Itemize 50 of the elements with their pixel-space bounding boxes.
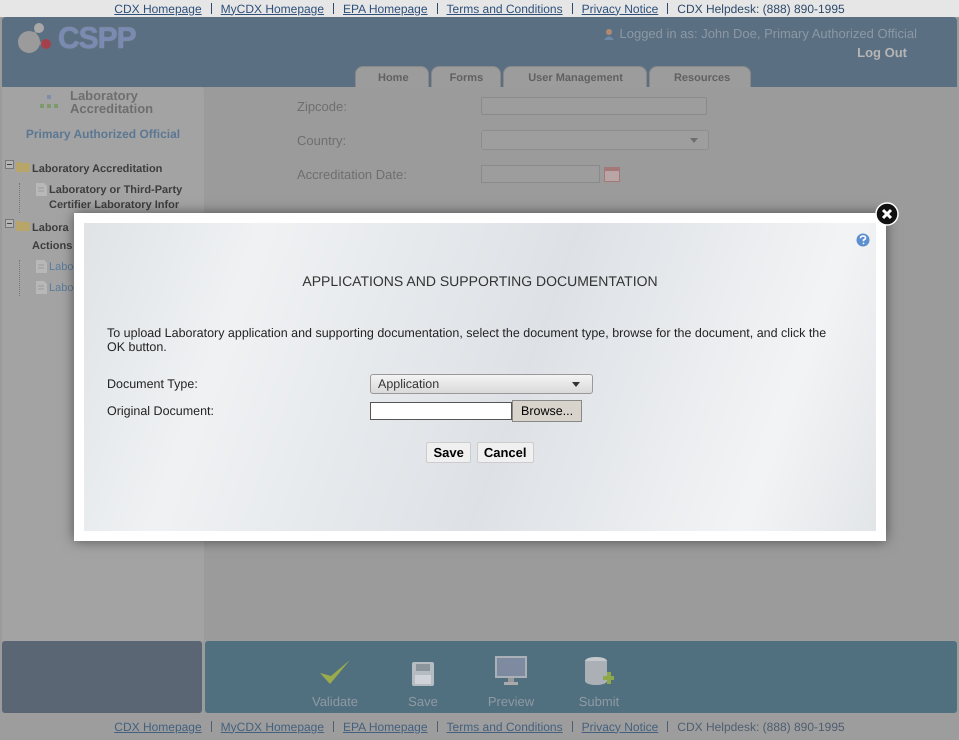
logout-link[interactable]: Log Out bbox=[857, 45, 907, 60]
helpdesk-text: CDX Helpdesk: (888) 890-1995 bbox=[677, 2, 845, 16]
tree-item[interactable]: Laboratory or Third-Party Certifier Laboratory Infor bbox=[49, 183, 199, 213]
toolbar-button[interactable]: Submit bbox=[569, 641, 629, 713]
tree-toggle-icon[interactable] bbox=[5, 219, 14, 228]
footer-link[interactable]: Privacy Notice bbox=[582, 720, 658, 734]
nav-tab[interactable]: Home bbox=[355, 66, 429, 87]
top-link[interactable]: EPA Homepage bbox=[343, 2, 428, 16]
close-icon[interactable] bbox=[875, 202, 899, 226]
caret-icon bbox=[690, 138, 698, 143]
nav-tab[interactable]: User Management bbox=[503, 66, 647, 87]
dialog-title: APPLICATIONS AND SUPPORTING DOCUMENTATION bbox=[301, 272, 659, 289]
dialog-button[interactable]: Save bbox=[426, 442, 471, 463]
page-icon bbox=[36, 260, 47, 273]
monitor-icon bbox=[495, 656, 527, 686]
page-icon bbox=[36, 183, 47, 196]
tree-toggle-icon[interactable] bbox=[5, 160, 14, 169]
footer-link[interactable]: MyCDX Homepage bbox=[220, 720, 324, 734]
page-icon bbox=[36, 281, 47, 294]
nav-tab[interactable]: Forms bbox=[430, 66, 502, 87]
footer-link[interactable]: CDX Homepage bbox=[114, 720, 202, 734]
field-label: Document Type: bbox=[107, 377, 199, 391]
helpdesk-text: CDX Helpdesk: (888) 890-1995 bbox=[677, 720, 845, 734]
top-link[interactable]: MyCDX Homepage bbox=[220, 2, 324, 16]
top-link[interactable]: CDX Homepage bbox=[114, 2, 202, 16]
help-icon[interactable] bbox=[856, 233, 870, 247]
footer-link[interactable]: EPA Homepage bbox=[343, 720, 428, 734]
dialog-button[interactable]: Cancel bbox=[476, 442, 534, 463]
hierarchy-icon bbox=[40, 95, 58, 109]
top-link[interactable]: Terms and Conditions bbox=[446, 2, 563, 16]
user-icon bbox=[602, 28, 615, 40]
tree-item[interactable]: Laboratory Accreditation bbox=[32, 160, 162, 178]
top-link[interactable]: Privacy Notice bbox=[582, 2, 658, 16]
browse-button[interactable]: Browse... bbox=[512, 400, 582, 422]
footer-link[interactable]: Terms and Conditions bbox=[446, 720, 563, 734]
folder-icon bbox=[16, 219, 30, 231]
document-type-select[interactable]: Application bbox=[370, 374, 593, 394]
database-add-icon bbox=[584, 656, 614, 686]
file-field[interactable] bbox=[370, 402, 512, 420]
toolbar-button[interactable]: Validate bbox=[305, 641, 365, 713]
tree-item[interactable]: Labora Actions bbox=[32, 219, 72, 255]
instructions-text: To upload Laboratory application and supporting documentation, select the document type, browse for the document, and click the OK button. bbox=[107, 326, 828, 354]
nav-tab[interactable]: Resources bbox=[648, 66, 752, 87]
field-label: Original Document: bbox=[107, 404, 215, 418]
role-text: Primary Authorized Official bbox=[24, 127, 182, 141]
checkmark-icon bbox=[318, 658, 352, 686]
toolbar-button[interactable]: Save bbox=[393, 641, 453, 713]
caret-icon bbox=[572, 382, 580, 387]
toolbar-button[interactable]: Preview bbox=[481, 641, 541, 713]
folder-icon bbox=[16, 160, 30, 172]
